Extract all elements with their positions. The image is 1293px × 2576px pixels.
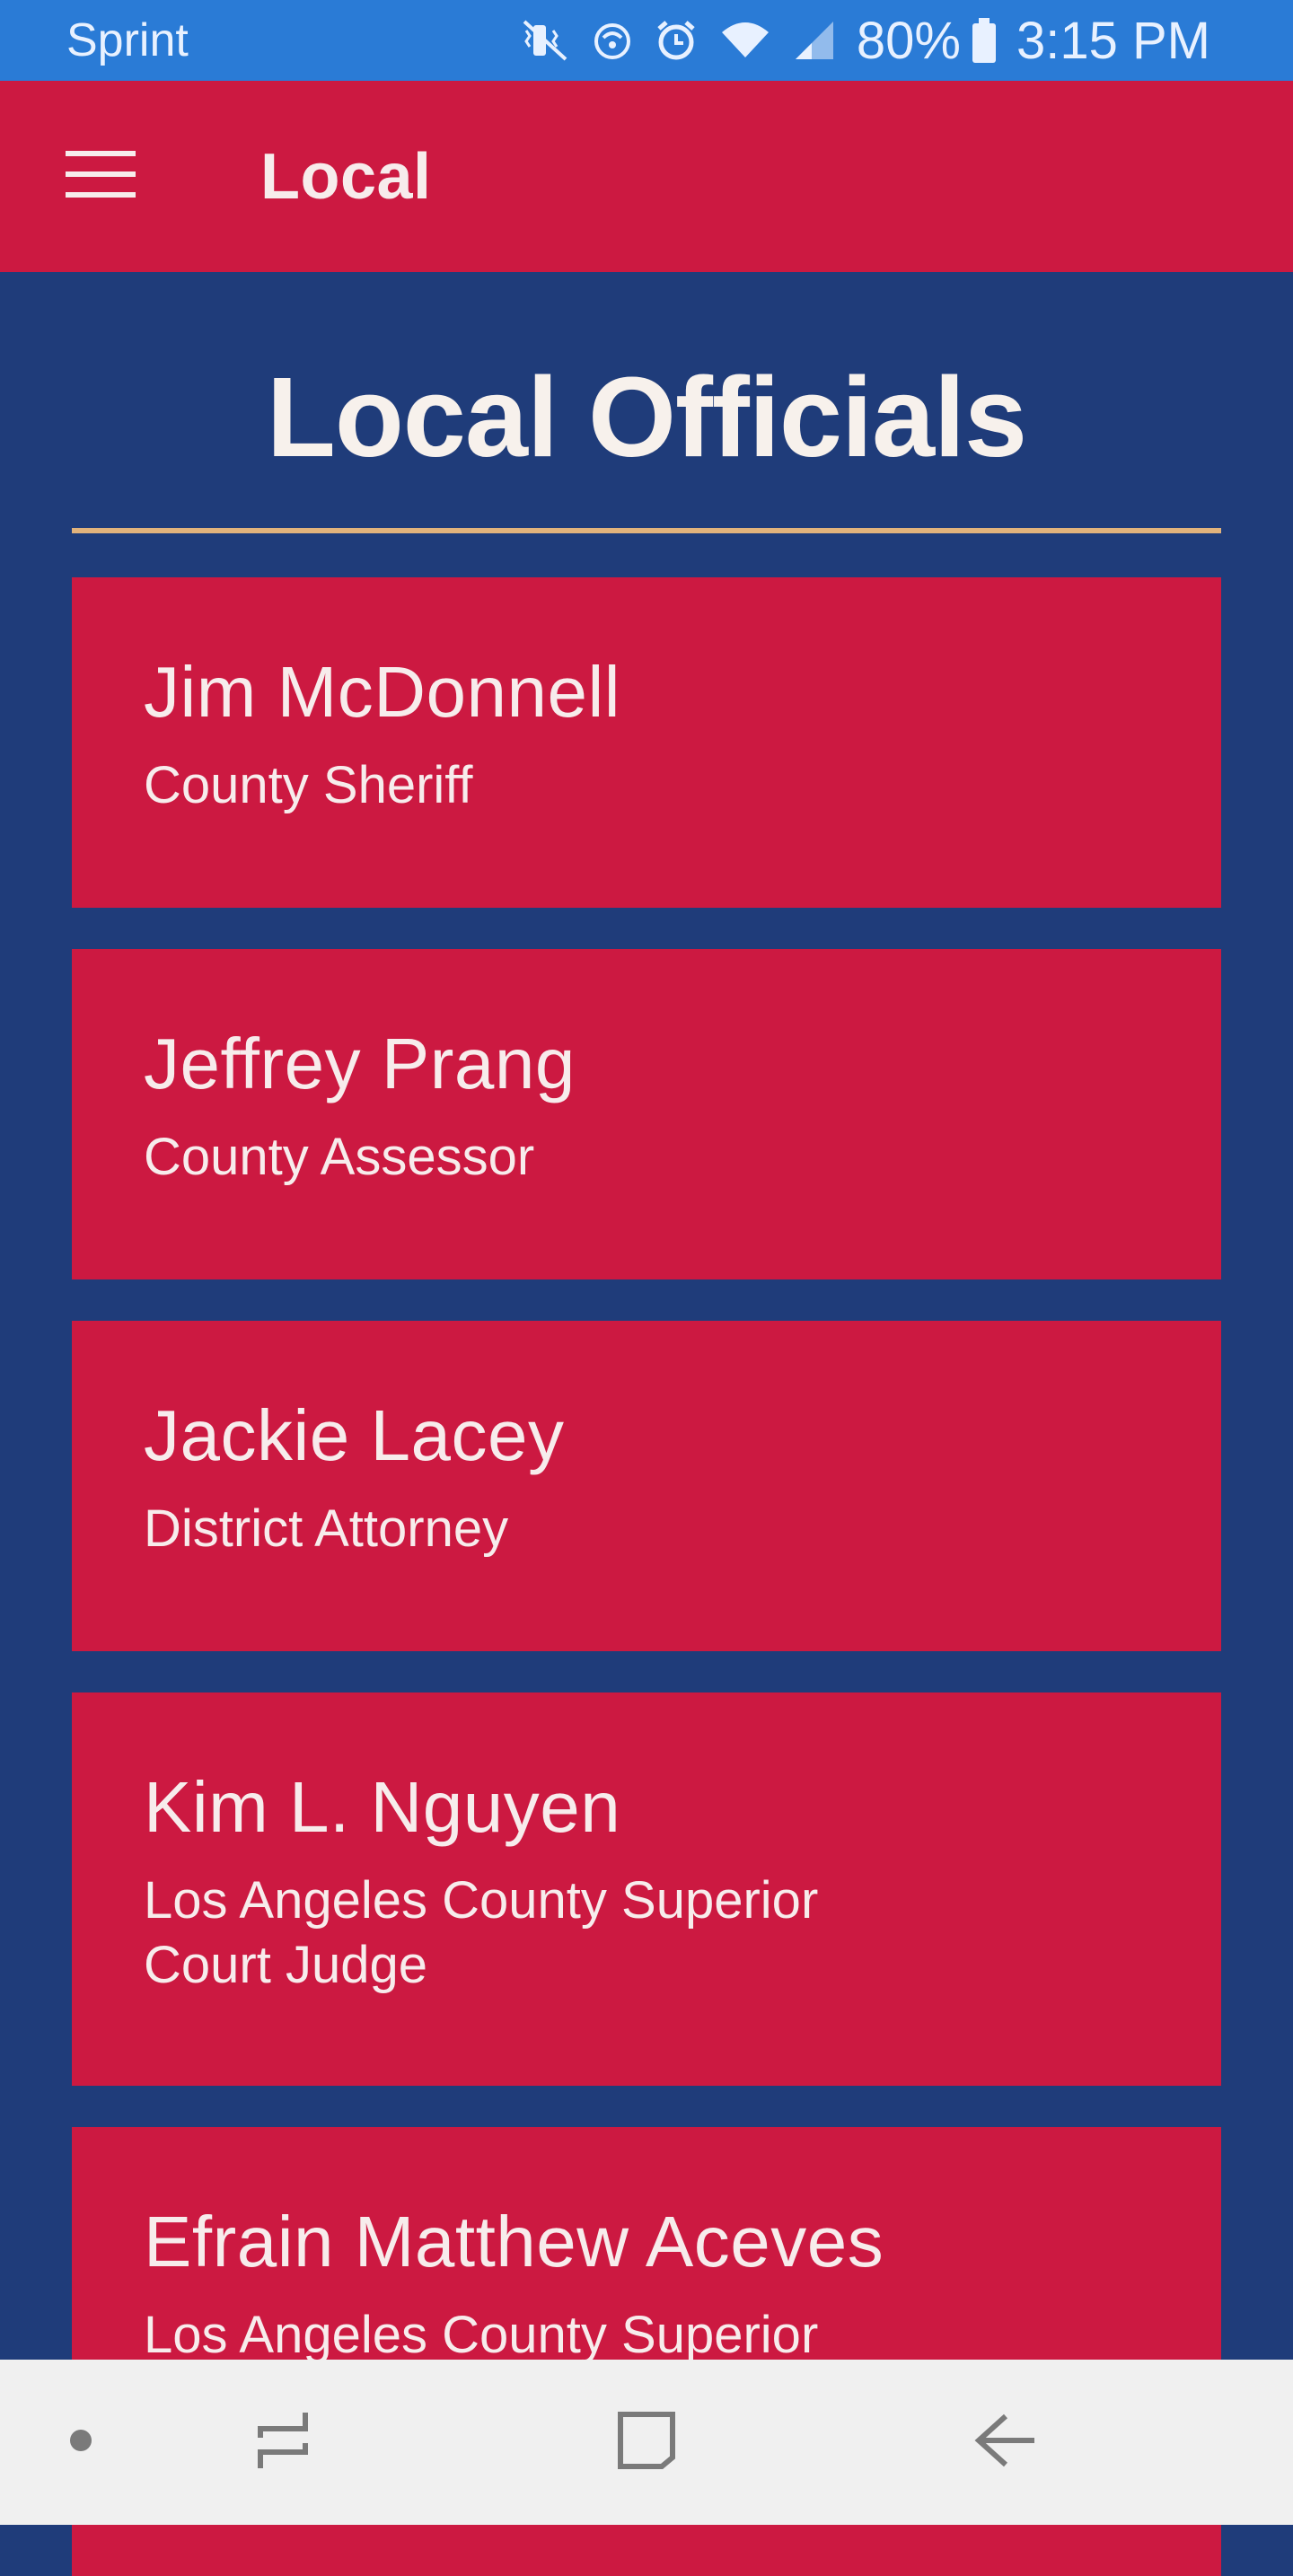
official-card[interactable]: Kim L. Nguyen Los Angeles County Superio… bbox=[72, 1692, 1221, 2086]
hamburger-menu-icon bbox=[66, 150, 136, 202]
carrier-label: Sprint bbox=[66, 14, 189, 66]
battery-indicator: 80% bbox=[857, 11, 997, 71]
official-title: County Sheriff bbox=[144, 756, 473, 814]
home-icon bbox=[615, 2409, 678, 2476]
wifi-calling-icon bbox=[591, 18, 634, 63]
status-icons: 80% 3:15 PM bbox=[521, 11, 1210, 70]
recent-apps-button[interactable] bbox=[224, 2360, 341, 2525]
dot-icon bbox=[69, 2429, 92, 2457]
status-bar: Sprint 80% 3:15 PM bbox=[0, 0, 1293, 81]
clock: 3:15 PM bbox=[1016, 11, 1210, 70]
officials-list: Jim McDonnell County Sheriff Jeffrey Pra… bbox=[72, 577, 1221, 2576]
page-heading: Local Officials bbox=[266, 354, 1027, 480]
heading-divider bbox=[72, 528, 1221, 533]
official-card[interactable]: Jim McDonnell County Sheriff bbox=[72, 577, 1221, 908]
menu-button[interactable] bbox=[57, 140, 144, 212]
mute-vibrate-icon bbox=[521, 18, 571, 63]
official-name: Efrain Matthew Aceves bbox=[144, 2202, 884, 2281]
official-title: District Attorney bbox=[144, 1499, 509, 1558]
recent-apps-icon bbox=[253, 2411, 312, 2475]
official-name: Jeffrey Prang bbox=[144, 1024, 576, 1103]
official-title: County Assessor bbox=[144, 1128, 535, 1186]
app-bar: Local bbox=[0, 81, 1293, 272]
battery-icon bbox=[972, 18, 997, 63]
wifi-icon bbox=[718, 18, 772, 63]
official-card[interactable]: Jeffrey Prang County Assessor bbox=[72, 949, 1221, 1279]
cellular-signal-icon bbox=[792, 18, 837, 63]
official-title: Los Angeles County Superior Court Judge bbox=[144, 1871, 819, 1994]
battery-percent: 80% bbox=[856, 11, 961, 70]
official-name: Jackie Lacey bbox=[144, 1395, 565, 1475]
home-button[interactable] bbox=[584, 2360, 709, 2525]
system-nav-bar bbox=[0, 2360, 1293, 2525]
app-title: Local bbox=[260, 141, 432, 213]
nav-dot[interactable] bbox=[36, 2360, 126, 2525]
official-card[interactable]: Jackie Lacey District Attorney bbox=[72, 1321, 1221, 1651]
official-name: Jim McDonnell bbox=[144, 652, 621, 732]
official-name: Kim L. Nguyen bbox=[144, 1767, 621, 1847]
back-icon bbox=[973, 2411, 1038, 2475]
alarm-icon bbox=[654, 18, 699, 63]
back-button[interactable] bbox=[943, 2360, 1069, 2525]
